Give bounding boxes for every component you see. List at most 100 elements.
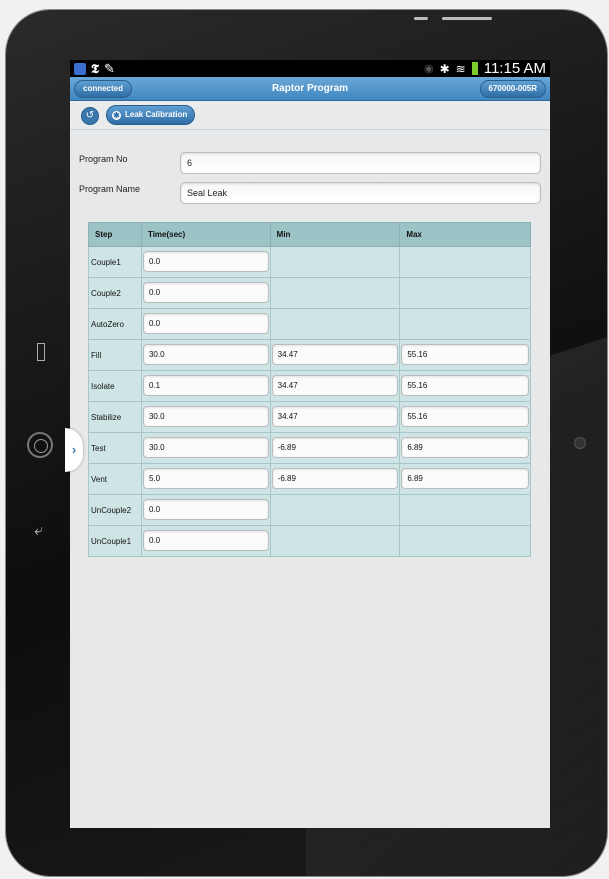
- leak-calibration-label: Leak Calibration: [125, 110, 188, 119]
- time-cell: 30.0: [140, 401, 271, 433]
- time-input[interactable]: 0.0: [142, 251, 269, 272]
- max-input[interactable]: 6.89: [401, 437, 529, 458]
- step-name: Test: [88, 432, 142, 464]
- time-cell: 0.1: [140, 370, 271, 402]
- column-header: Min: [269, 222, 401, 247]
- time-input[interactable]: 30.0: [142, 437, 269, 458]
- step-name: Stabilize: [88, 401, 142, 433]
- time-cell: 0.0: [140, 308, 271, 340]
- max-cell: 6.89: [399, 463, 531, 495]
- time-input[interactable]: 0.0: [142, 313, 269, 334]
- table-row: Vent 5.0 -6.89 6.89: [88, 463, 531, 495]
- volume-key: [442, 17, 492, 20]
- back-key-icon[interactable]: ⤶: [34, 522, 43, 540]
- step-name: Vent: [88, 463, 142, 495]
- min-input[interactable]: -6.89: [271, 468, 399, 489]
- min-input[interactable]: 34.47: [271, 375, 399, 396]
- wifi-icon: ≋: [455, 61, 466, 76]
- pen-icon: ✎: [103, 61, 115, 76]
- step-name: Couple2: [88, 277, 142, 309]
- time-input[interactable]: 30.0: [142, 406, 269, 427]
- min-cell: [269, 277, 401, 309]
- step-name: AutoZero: [88, 308, 142, 340]
- step-name: UnCouple1: [88, 525, 142, 557]
- device-id-button[interactable]: 670000-005R: [479, 80, 546, 98]
- max-input[interactable]: 55.16: [401, 406, 529, 427]
- time-cell: 0.0: [140, 525, 271, 557]
- step-name: UnCouple2: [88, 494, 142, 526]
- min-cell: [269, 494, 401, 526]
- time-cell: 5.0: [140, 463, 271, 495]
- column-header: Time(sec): [140, 222, 271, 247]
- max-input[interactable]: 6.89: [401, 468, 529, 489]
- time-input[interactable]: 0.0: [142, 530, 269, 551]
- max-cell: [399, 525, 531, 557]
- time-cell: 30.0: [140, 432, 271, 464]
- column-header: Step: [88, 222, 142, 247]
- min-input[interactable]: 34.47: [271, 406, 399, 427]
- screen: 𝕿 ✎ ◉ ✱ ≋ 11:15 AM connected Raptor Prog…: [70, 60, 550, 828]
- time-input[interactable]: 0.0: [142, 499, 269, 520]
- time-cell: 30.0: [140, 339, 271, 371]
- min-input[interactable]: -6.89: [271, 437, 399, 458]
- time-cell: 0.0: [140, 246, 271, 278]
- home-button[interactable]: [27, 432, 53, 458]
- min-cell: [269, 308, 401, 340]
- program-no-row: Program No 6: [79, 152, 541, 174]
- table-row: UnCouple2 0.0: [88, 494, 531, 526]
- bluetooth-icon: ✱: [439, 61, 450, 76]
- chevron-right-icon: ›: [71, 442, 77, 457]
- time-input[interactable]: 0.1: [142, 375, 269, 396]
- steps-table: Step Time(sec) Min Max Couple1 0.0 Couple2…: [88, 222, 531, 557]
- front-camera: [574, 437, 586, 449]
- max-input[interactable]: 55.16: [401, 375, 529, 396]
- time-input[interactable]: 5.0: [142, 468, 269, 489]
- table-header-row: Step Time(sec) Min Max: [88, 222, 531, 247]
- max-cell: 55.16: [399, 339, 531, 371]
- table-row: UnCouple1 0.0: [88, 525, 531, 557]
- table-row: Test 30.0 -6.89 6.89: [88, 432, 531, 464]
- time-input[interactable]: 30.0: [142, 344, 269, 365]
- step-name: Isolate: [88, 370, 142, 402]
- time-cell: 0.0: [140, 277, 271, 309]
- program-name-input[interactable]: Seal Leak: [180, 182, 541, 204]
- program-no-label: Program No: [79, 154, 128, 164]
- column-header: Max: [399, 222, 531, 247]
- min-cell: -6.89: [269, 463, 401, 495]
- min-cell: [269, 525, 401, 557]
- menu-key[interactable]: [37, 343, 45, 361]
- status-time: 11:15 AM: [483, 60, 546, 77]
- program-name-label: Program Name: [79, 184, 141, 194]
- table-row: Couple2 0.0: [88, 277, 531, 309]
- program-name-row: Program Name Seal Leak: [79, 182, 541, 204]
- step-name: Fill: [88, 339, 142, 371]
- battery-icon: [471, 62, 478, 75]
- max-cell: 55.16: [399, 401, 531, 433]
- min-cell: [269, 246, 401, 278]
- min-cell: 34.47: [269, 339, 401, 371]
- table-row: Couple1 0.0: [88, 246, 531, 278]
- step-name: Couple1: [88, 246, 142, 278]
- min-cell: 34.47: [269, 370, 401, 402]
- eye-icon: ◉: [424, 63, 434, 75]
- refresh-button[interactable]: ↺: [81, 107, 99, 125]
- min-input[interactable]: 34.47: [271, 344, 399, 365]
- table-row: Isolate 0.1 34.47 55.16: [88, 370, 531, 402]
- program-no-input[interactable]: 6: [180, 152, 541, 174]
- max-cell: [399, 308, 531, 340]
- leak-calibration-button[interactable]: ✱ Leak Calibration: [106, 105, 196, 125]
- app-bar: connected Raptor Program 670000-005R: [70, 77, 550, 101]
- power-key: [414, 17, 428, 20]
- max-input[interactable]: 55.16: [401, 344, 529, 365]
- table-row: Stabilize 30.0 34.47 55.16: [88, 401, 531, 433]
- time-cell: 0.0: [140, 494, 271, 526]
- page-title: Raptor Program: [271, 83, 349, 94]
- table-row: AutoZero 0.0: [88, 308, 531, 340]
- app-icon: [74, 63, 86, 75]
- time-input[interactable]: 0.0: [142, 282, 269, 303]
- max-cell: [399, 246, 531, 278]
- status-bar: 𝕿 ✎ ◉ ✱ ≋ 11:15 AM: [70, 60, 550, 77]
- min-cell: -6.89: [269, 432, 401, 464]
- max-cell: [399, 277, 531, 309]
- max-cell: 55.16: [399, 370, 531, 402]
